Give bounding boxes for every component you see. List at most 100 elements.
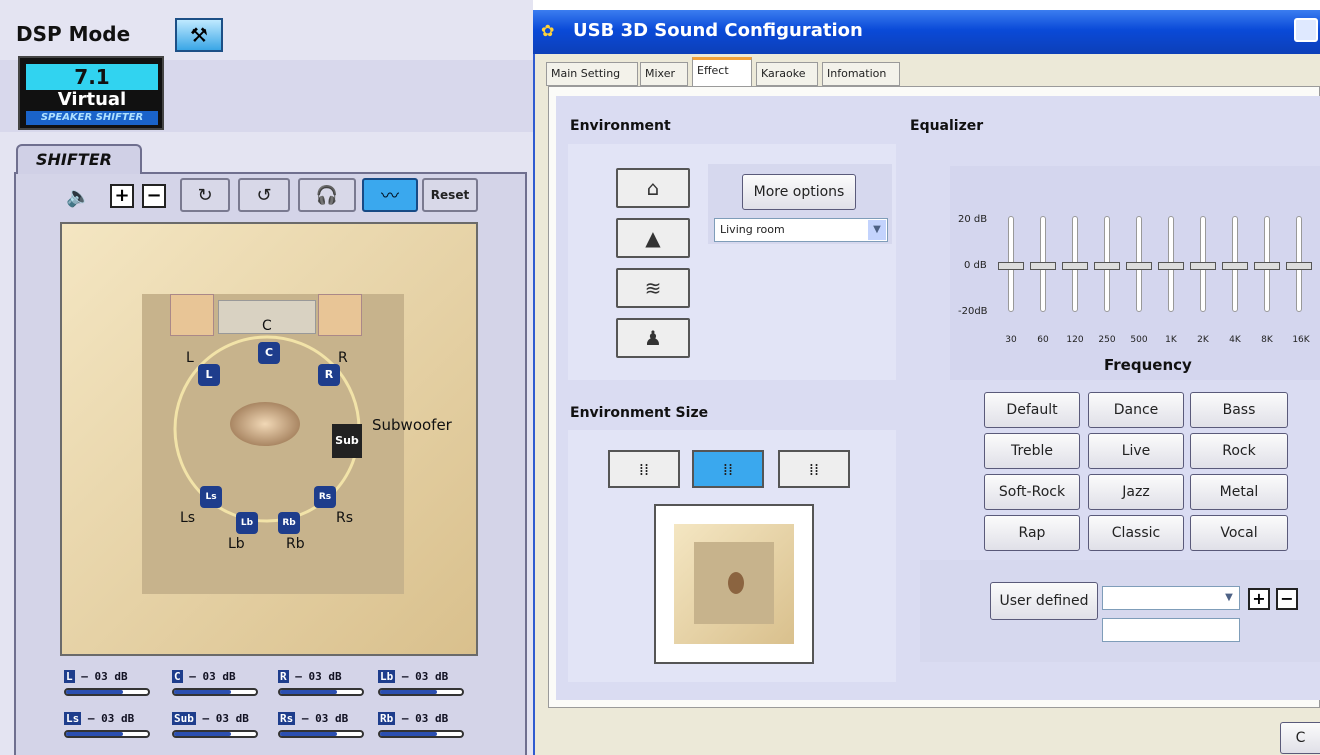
speaker-center[interactable]: C bbox=[258, 342, 280, 364]
water-icon: ≋ bbox=[644, 276, 662, 300]
env-house-button[interactable]: ⌂ bbox=[616, 168, 690, 208]
preset-metal-button[interactable]: Metal bbox=[1190, 474, 1288, 510]
tab-main-setting[interactable]: Main Setting bbox=[546, 62, 638, 86]
speaker-right-surround[interactable]: Rs bbox=[314, 486, 336, 508]
lb-label: Lb bbox=[228, 536, 245, 552]
rotate-counterclockwise-button[interactable]: ↺ bbox=[238, 178, 290, 212]
eq-slider-250[interactable] bbox=[1094, 216, 1120, 312]
preset-live-button[interactable]: Live bbox=[1088, 433, 1184, 469]
tab-shifter[interactable]: SHIFTER bbox=[16, 144, 142, 174]
speaker-left-surround[interactable]: Ls bbox=[200, 486, 222, 508]
preset-name-field[interactable] bbox=[1102, 618, 1240, 642]
tab-effect[interactable]: Effect bbox=[692, 57, 752, 87]
freq-label: 8K bbox=[1261, 335, 1273, 345]
eq-slider-2k[interactable] bbox=[1190, 216, 1216, 312]
level-c-badge: C bbox=[172, 670, 183, 683]
more-options-button[interactable]: More options bbox=[742, 174, 856, 210]
environment-preset-select[interactable]: Living room ▼ bbox=[714, 218, 888, 242]
speaker-room-view[interactable]: C C L L R R Sub Subwoofer Ls Ls Rs Rs Lb… bbox=[60, 222, 478, 656]
size-medium-button[interactable]: ⁞⁞ bbox=[692, 450, 764, 488]
level-sub-badge: Sub bbox=[172, 712, 196, 725]
level-l-value: – 03 dB bbox=[81, 670, 128, 683]
preset-treble-button[interactable]: Treble bbox=[984, 433, 1080, 469]
eq-slider-1k[interactable] bbox=[1158, 216, 1184, 312]
freq-label: 60 bbox=[1037, 335, 1049, 345]
speaker-subwoofer[interactable]: Sub bbox=[332, 424, 362, 458]
eq-slider-8k[interactable] bbox=[1254, 216, 1280, 312]
level-lb: Lb – 03 dB bbox=[378, 670, 448, 683]
headphone-mode-button[interactable]: 🎧 bbox=[298, 178, 356, 212]
remove-preset-button[interactable]: − bbox=[1276, 588, 1298, 610]
virtual-speaker-logo: 7.1 Virtual SPEAKER SHIFTER bbox=[18, 56, 164, 130]
preset-rap-button[interactable]: Rap bbox=[984, 515, 1080, 551]
window-control-button[interactable] bbox=[1294, 18, 1318, 42]
preset-dance-button[interactable]: Dance bbox=[1088, 392, 1184, 428]
preset-jazz-button[interactable]: Jazz bbox=[1088, 474, 1184, 510]
level-rb-slider[interactable] bbox=[378, 730, 464, 738]
preset-default-button[interactable]: Default bbox=[984, 392, 1080, 428]
speaker-icon[interactable]: 🔈 bbox=[66, 184, 91, 208]
rotate-clockwise-button[interactable]: ↻ bbox=[180, 178, 230, 212]
eq-scale-mid: 0 dB bbox=[964, 260, 987, 271]
tab-mixer[interactable]: Mixer bbox=[640, 62, 688, 86]
freq-label: 16K bbox=[1292, 335, 1310, 345]
preset-soft-rock-button[interactable]: Soft-Rock bbox=[984, 474, 1080, 510]
eq-slider-4k[interactable] bbox=[1222, 216, 1248, 312]
speaker-right-back[interactable]: Rb bbox=[278, 512, 300, 534]
subwoofer-label: Subwoofer bbox=[372, 416, 452, 434]
size-large-button[interactable]: ⁞⁞ bbox=[778, 450, 850, 488]
tab-infomation[interactable]: Infomation bbox=[822, 62, 900, 86]
eq-slider-16k[interactable] bbox=[1286, 216, 1312, 312]
level-ls: Ls – 03 dB bbox=[64, 712, 134, 725]
logo-line2: Virtual bbox=[57, 89, 127, 110]
speaker-right[interactable]: R bbox=[318, 364, 340, 386]
user-defined-select[interactable]: ▼ bbox=[1102, 586, 1240, 610]
level-rs-badge: Rs bbox=[278, 712, 296, 725]
drag-mode-button[interactable]: 〰 bbox=[362, 178, 418, 212]
rotate-ccw-icon: ↺ bbox=[256, 184, 272, 206]
eq-slider-500[interactable] bbox=[1126, 216, 1152, 312]
hammer-icon[interactable]: ⚒ bbox=[175, 18, 223, 52]
headphone-icon: 🎧 bbox=[315, 184, 339, 206]
bottom-window-button[interactable]: C bbox=[1280, 722, 1320, 754]
reset-button[interactable]: Reset bbox=[422, 178, 478, 212]
add-preset-button[interactable]: + bbox=[1248, 588, 1270, 610]
preset-classic-button[interactable]: Classic bbox=[1088, 515, 1184, 551]
level-c-slider[interactable] bbox=[172, 688, 258, 696]
logo-line1: 7.1 bbox=[26, 64, 158, 90]
speaker-left-back[interactable]: Lb bbox=[236, 512, 258, 534]
level-rb-badge: Rb bbox=[378, 712, 396, 725]
level-lb-slider[interactable] bbox=[378, 688, 464, 696]
volume-plus-button[interactable]: + bbox=[110, 184, 134, 208]
equalizer-title: Equalizer bbox=[910, 118, 984, 134]
level-rs-slider[interactable] bbox=[278, 730, 364, 738]
level-sub-slider[interactable] bbox=[172, 730, 258, 738]
env-water-button[interactable]: ≋ bbox=[616, 268, 690, 308]
level-l-slider[interactable] bbox=[64, 688, 150, 696]
preset-vocal-button[interactable]: Vocal bbox=[1190, 515, 1288, 551]
env-mountain-button[interactable]: ▲ bbox=[616, 218, 690, 258]
preset-rock-button[interactable]: Rock bbox=[1190, 433, 1288, 469]
speaker-left[interactable]: L bbox=[198, 364, 220, 386]
logo-line3: SPEAKER SHIFTER bbox=[26, 111, 158, 125]
medium-room-icon: ⁞⁞ bbox=[722, 459, 734, 479]
env-people-button[interactable]: ♟ bbox=[616, 318, 690, 358]
level-r-slider[interactable] bbox=[278, 688, 364, 696]
eq-slider-30[interactable] bbox=[998, 216, 1024, 312]
eq-slider-60[interactable] bbox=[1030, 216, 1056, 312]
speaker-right-label: R bbox=[338, 350, 348, 366]
preset-bass-button[interactable]: Bass bbox=[1190, 392, 1288, 428]
size-small-button[interactable]: ⁞⁞ bbox=[608, 450, 680, 488]
volume-minus-button[interactable]: − bbox=[142, 184, 166, 208]
user-defined-button[interactable]: User defined bbox=[990, 582, 1098, 620]
level-ls-slider[interactable] bbox=[64, 730, 150, 738]
eq-slider-120[interactable] bbox=[1062, 216, 1088, 312]
tab-karaoke[interactable]: Karaoke bbox=[756, 62, 818, 86]
rotate-cw-icon: ↻ bbox=[197, 184, 213, 206]
level-rs-value: – 03 dB bbox=[301, 712, 349, 725]
level-ls-badge: Ls bbox=[64, 712, 82, 725]
room-size-preview bbox=[654, 504, 814, 664]
level-rb-value: – 03 dB bbox=[401, 712, 449, 725]
freq-label: 2K bbox=[1197, 335, 1209, 345]
freq-label: 120 bbox=[1066, 335, 1084, 345]
